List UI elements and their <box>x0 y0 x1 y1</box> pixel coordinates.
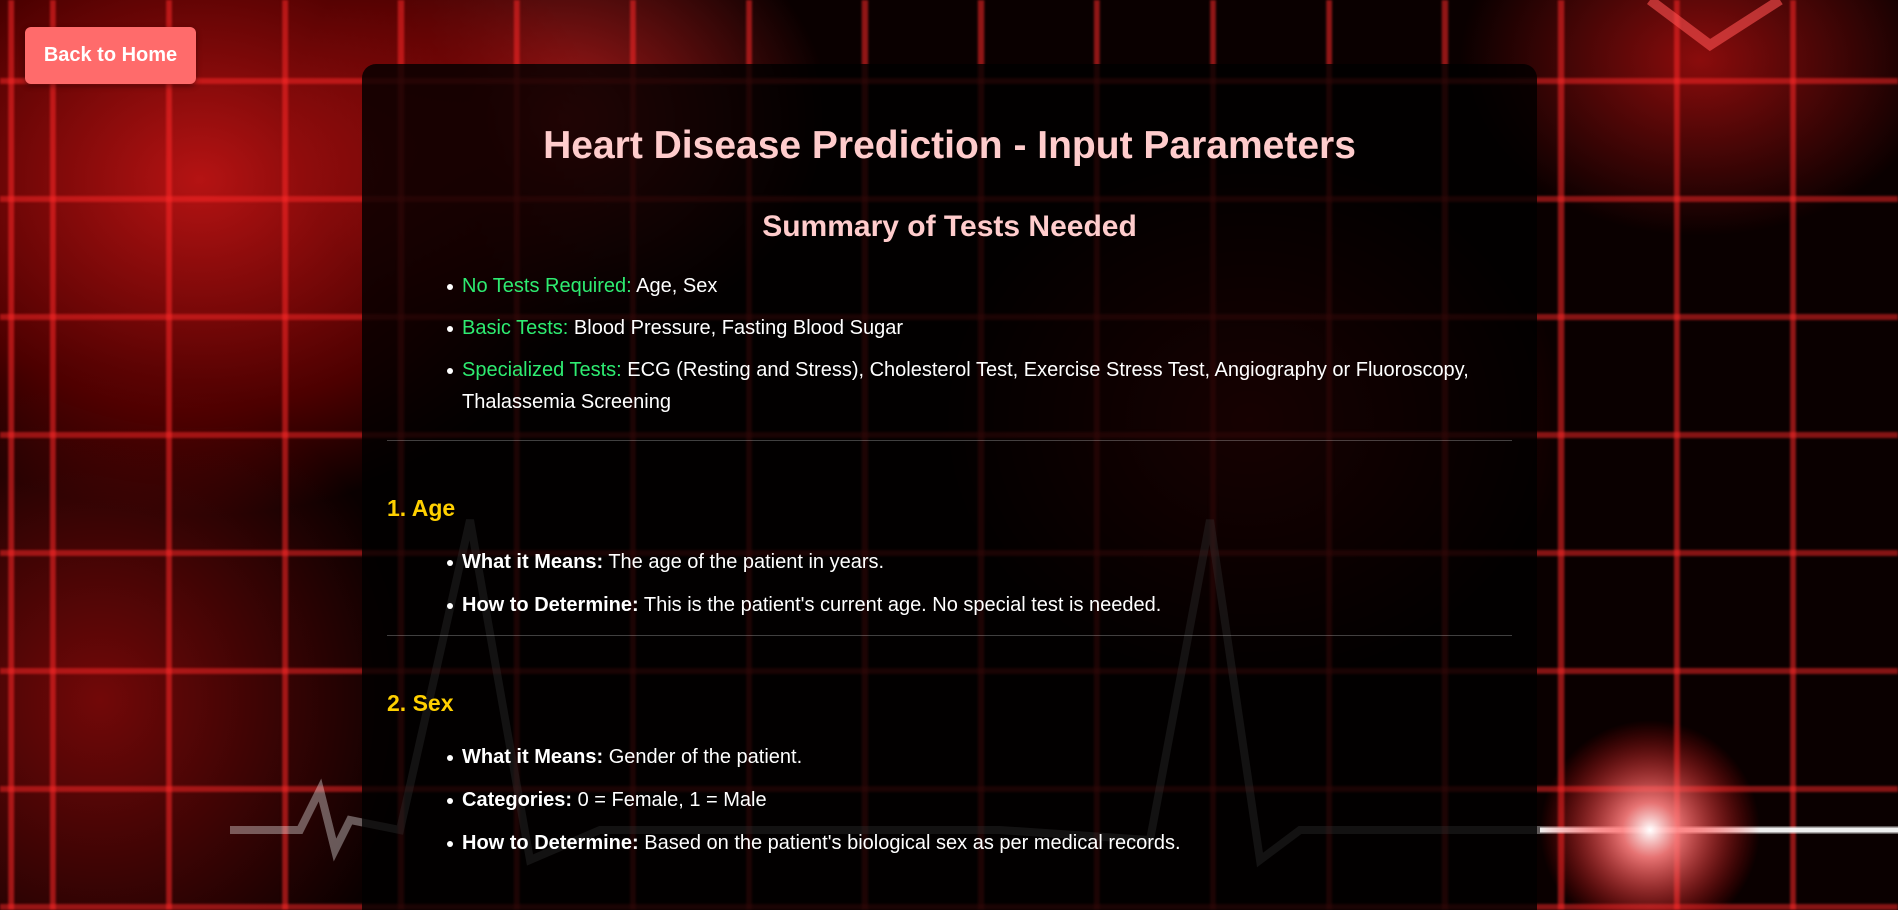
list-item: What it Means: The age of the patient in… <box>447 546 1512 578</box>
section-list: What it Means: The age of the patient in… <box>447 546 1512 621</box>
summary-item: Basic Tests: Blood Pressure, Fasting Blo… <box>447 312 1512 344</box>
summary-title: Summary of Tests Needed <box>762 210 1137 243</box>
item-value: This is the patient's current age. No sp… <box>643 594 1162 616</box>
section-title: 2. Sex <box>387 690 454 716</box>
summary-item-value: Age, Sex <box>636 275 718 297</box>
summary-item-label: Basic Tests: <box>462 317 569 339</box>
summary-item: Specialized Tests: ECG (Resting and Stre… <box>447 354 1512 418</box>
item-label: What it Means: <box>462 551 604 573</box>
section-title: 1. Age <box>387 495 456 521</box>
list-item: How to Determine: Based on the patient's… <box>447 827 1512 859</box>
page-title: Heart Disease Prediction - Input Paramet… <box>543 124 1356 167</box>
list-item: Categories: 0 = Female, 1 = Male <box>447 784 1512 816</box>
section-sex: 2. Sex What it Means: Gender of the pati… <box>387 690 1512 859</box>
divider <box>387 440 1512 441</box>
summary-item-label: Specialized Tests: <box>462 359 622 381</box>
item-label: What it Means: <box>462 746 604 768</box>
summary-list: No Tests Required: Age, Sex Basic Tests:… <box>447 270 1512 418</box>
item-label: How to Determine: <box>462 594 639 616</box>
content-panel: Heart Disease Prediction - Input Paramet… <box>362 64 1537 910</box>
section-age: 1. Age What it Means: The age of the pat… <box>387 495 1512 621</box>
list-item: How to Determine: This is the patient's … <box>447 589 1512 621</box>
summary-item-label: No Tests Required: <box>462 275 632 297</box>
summary-item: No Tests Required: Age, Sex <box>447 270 1512 302</box>
item-label: Categories: <box>462 789 573 811</box>
item-label: How to Determine: <box>462 832 639 854</box>
section-list: What it Means: Gender of the patient. Ca… <box>447 741 1512 859</box>
item-value: The age of the patient in years. <box>608 551 885 573</box>
divider <box>387 635 1512 636</box>
summary-item-value: Blood Pressure, Fasting Blood Sugar <box>573 317 903 339</box>
item-value: Gender of the patient. <box>608 746 803 768</box>
item-value: 0 = Female, 1 = Male <box>577 789 767 811</box>
item-value: Based on the patient's biological sex as… <box>644 832 1181 854</box>
back-to-home-button[interactable]: Back to Home <box>25 27 196 84</box>
list-item: What it Means: Gender of the patient. <box>447 741 1512 773</box>
